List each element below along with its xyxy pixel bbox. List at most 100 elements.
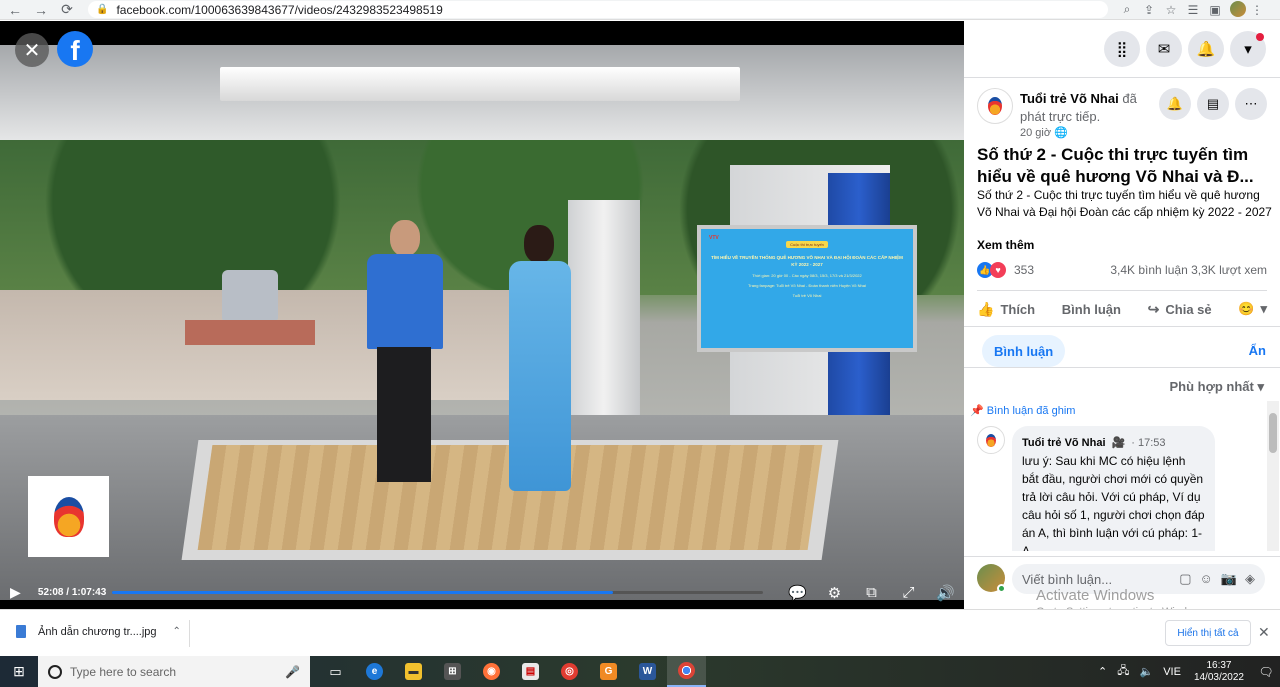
post-time-text: 20 giờ [1020, 127, 1052, 139]
host-male [365, 220, 445, 485]
post-actions: 👍 Thích Bình luận ↪ Chia sẻ 😊 ▾ [977, 293, 1267, 325]
taskbar-clock[interactable]: 16:37 14/03/2022 [1194, 660, 1244, 684]
monument-base [185, 320, 315, 345]
chat-app-icon[interactable]: ◎ [550, 656, 589, 687]
settings-gear-icon[interactable]: ⚙ [816, 584, 853, 602]
speaker-icon[interactable]: 🔈 [1140, 665, 1154, 678]
reaction-picker[interactable]: 😊 ▾ [1238, 301, 1267, 317]
close-icon[interactable]: ✕ [1258, 624, 1270, 641]
input-language[interactable]: VIE [1163, 666, 1181, 678]
comments-scrollbar[interactable] [1267, 401, 1279, 551]
comment-button[interactable]: Bình luận [1062, 302, 1121, 317]
menu-grid-icon[interactable]: ⣿ [1104, 31, 1140, 67]
caret-down-icon: ▾ [1257, 379, 1264, 394]
menu-kebab-icon[interactable]: ⋮ [1246, 1, 1268, 19]
firefox-icon[interactable]: ◉ [472, 656, 511, 687]
microphone-icon[interactable]: 🎤 [285, 665, 300, 679]
screen-page-name: Tuổi trẻ Võ Nhai [792, 293, 822, 298]
divider [964, 77, 1280, 78]
channel-logo [28, 476, 109, 557]
commenter-name[interactable]: Tuổi trẻ Võ Nhai [1022, 434, 1106, 452]
notifications-bell-icon[interactable]: 🔔 [1188, 31, 1224, 67]
page-avatar[interactable] [977, 88, 1013, 124]
pinned-label: 📌 Bình luận đã ghim [970, 404, 1075, 417]
cortana-circle-icon [48, 664, 62, 679]
scroll-thumb[interactable] [1269, 413, 1277, 453]
sticker-icon[interactable]: ▢ [1179, 571, 1191, 587]
chevron-down-icon: ▾ [1260, 301, 1267, 316]
image-file-icon [16, 625, 26, 638]
profile-avatar[interactable] [1230, 0, 1246, 17]
sort-dropdown[interactable]: Phù hợp nhất ▾ [1170, 379, 1265, 395]
screen-badge: Cuộc thi trực tuyến [786, 241, 828, 248]
post-description: Số thứ 2 - Cuộc thi trực tuyến tìm hiểu … [977, 188, 1272, 219]
chrome-icon[interactable] [667, 656, 706, 687]
bookmark-star-icon[interactable]: ☆ [1160, 1, 1182, 19]
see-more-link[interactable]: Xem thêm [977, 238, 1034, 252]
author-name[interactable]: Tuổi trẻ Võ Nhai [1020, 91, 1119, 106]
chevron-up-icon[interactable]: ⌃ [173, 626, 181, 637]
video-time: 52:08 / 1:07:43 [37, 587, 107, 598]
tab-comments[interactable]: Bình luận [982, 335, 1066, 367]
file-explorer-icon[interactable]: ▬ [394, 656, 433, 687]
fullscreen-icon[interactable]: ⤢ [890, 584, 927, 602]
close-video-button[interactable]: ✕ [15, 33, 49, 67]
flame-logo-icon [986, 433, 996, 447]
pinned-comment: Tuổi trẻ Võ Nhai 🎥 · 17:53 lưu ý: Sau kh… [977, 426, 1267, 551]
share-button[interactable]: ↪ Chia sẻ [1148, 301, 1212, 318]
show-all-button[interactable]: Hiển thị tất cả [1165, 620, 1251, 646]
reading-list-icon[interactable]: ☰ [1182, 1, 1204, 19]
coccoc-icon[interactable]: G [589, 656, 628, 687]
like-button[interactable]: 👍 Thích [977, 301, 1035, 318]
facebook-logo-icon[interactable]: f [57, 31, 93, 67]
edge-icon[interactable]: e [355, 656, 394, 687]
divider [189, 620, 190, 647]
camera-icon[interactable]: 📷 [1221, 571, 1237, 587]
word-icon[interactable]: W [628, 656, 667, 687]
volume-icon[interactable]: 🔊 [927, 584, 964, 602]
download-item[interactable]: Ảnh dẫn chương tr....jpg ⌃ [16, 625, 181, 638]
more-options-icon[interactable]: ⋯ [1235, 88, 1267, 120]
windows-start-icon[interactable]: ⊞ [0, 656, 38, 687]
address-bar[interactable]: 🔒 facebook.com/100063639843677/videos/24… [88, 1, 1108, 18]
host-dress [509, 261, 571, 491]
share-label: Chia sẻ [1165, 301, 1212, 317]
video-controls: ▶ 52:08 / 1:07:43 💬 ⚙ ⧉ ⤢ 🔊 [0, 576, 964, 609]
task-view-icon[interactable]: ▭ [316, 656, 355, 687]
reaction-count[interactable]: 353 [1014, 263, 1034, 277]
account-chevron-icon[interactable]: ▾ [1230, 31, 1266, 67]
share-icon[interactable]: ⇪ [1138, 1, 1160, 19]
zoom-icon[interactable]: ⌕ [1116, 1, 1138, 19]
host-head [390, 220, 420, 256]
post-time[interactable]: 20 giờ 🌐 [1020, 126, 1068, 139]
follow-bell-icon[interactable]: 🔔 [1159, 88, 1191, 120]
chevron-up-icon[interactable]: ⌃ [1098, 665, 1107, 678]
taskbar-search[interactable]: Type here to search 🎤 [38, 656, 310, 687]
love-reaction-icon[interactable]: ♥ [990, 262, 1006, 278]
comment-label: Bình luận [1061, 301, 1121, 317]
reload-icon[interactable]: ⟳ [56, 1, 78, 19]
video-player[interactable]: VTV Cuộc thi trực tuyến TÌM HIỂU VỀ TRUY… [0, 21, 964, 609]
action-center-icon[interactable]: 🗨 [1252, 665, 1280, 679]
play-icon[interactable]: ▶ [10, 584, 28, 601]
emoji-icon[interactable]: ☺ [1200, 571, 1213, 587]
gif-icon[interactable]: ◈ [1245, 571, 1255, 587]
hide-link[interactable]: Ẩn [1249, 343, 1266, 358]
back-icon[interactable]: ← [4, 1, 26, 19]
post-stats[interactable]: 3,4K bình luận 3,3K lượt xem [1110, 263, 1267, 277]
side-panel-icon[interactable]: ▣ [1204, 1, 1226, 19]
download-shelf: Ảnh dẫn chương tr....jpg ⌃ Hiển thị tất … [0, 609, 1280, 656]
progress-bar[interactable] [111, 591, 763, 594]
flame-logo-icon [988, 97, 1002, 115]
forward-icon[interactable]: → [30, 1, 52, 19]
pdf-reader-icon[interactable]: ▤ [511, 656, 550, 687]
messenger-icon[interactable]: ✉ [1146, 31, 1182, 67]
network-icon[interactable]: 🖧 [1117, 662, 1129, 681]
save-icon[interactable]: ▤ [1197, 88, 1229, 120]
captions-icon[interactable]: 💬 [779, 584, 816, 602]
store-icon[interactable]: ⊞ [433, 656, 472, 687]
picture-in-picture-icon[interactable]: ⧉ [853, 584, 890, 602]
pin-icon: 📌 [970, 405, 984, 417]
post-panel: ⣿ ✉ 🔔 ▾ Tuổi trẻ Võ Nhai đã phát trực ti… [964, 21, 1280, 618]
commenter-avatar[interactable] [977, 426, 1005, 454]
